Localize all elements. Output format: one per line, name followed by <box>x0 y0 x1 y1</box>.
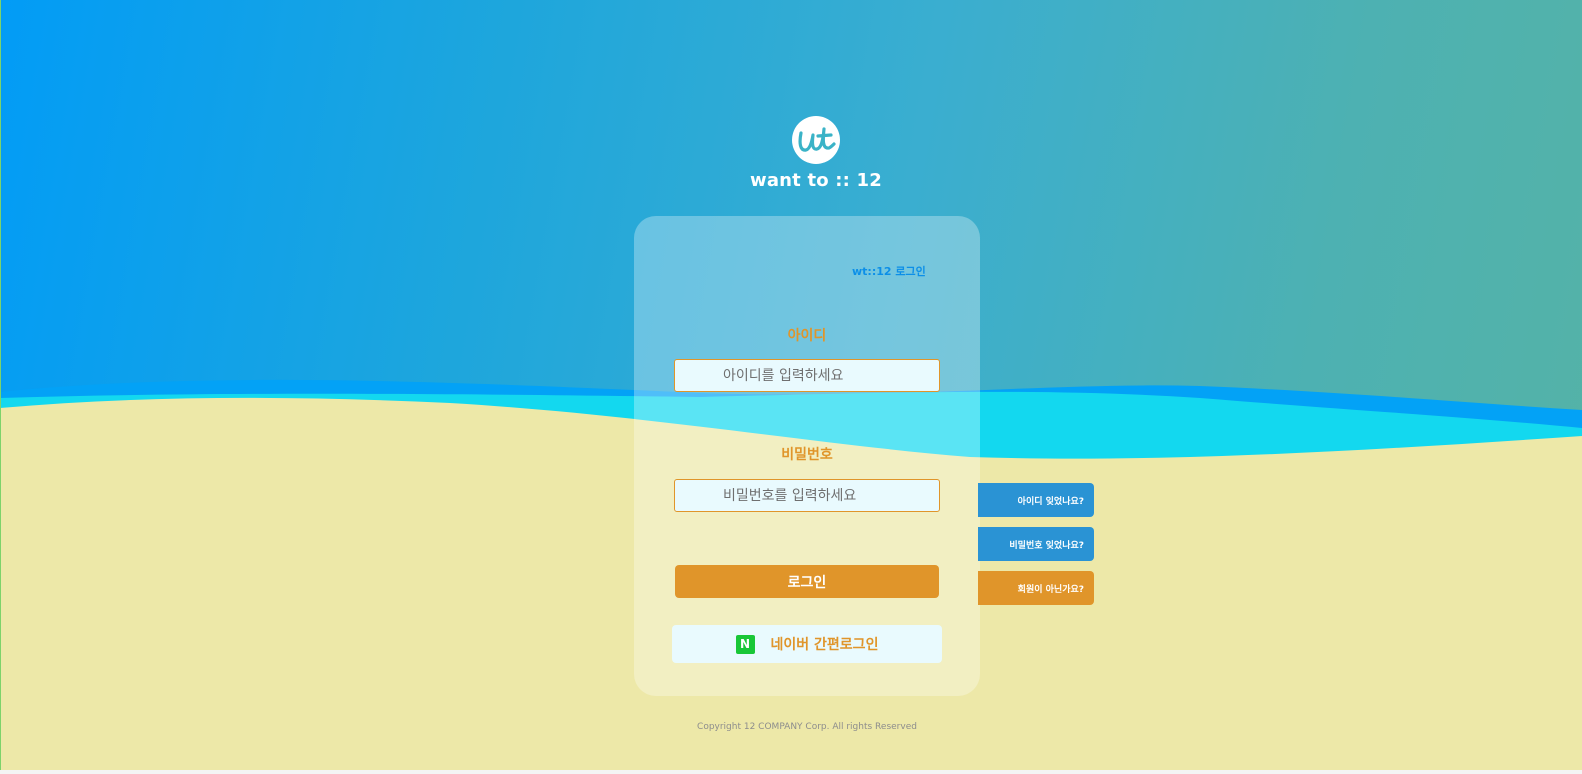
password-label: 비밀번호 <box>781 447 833 463</box>
login-button[interactable]: 로그인 <box>675 565 939 598</box>
left-border <box>0 0 1 774</box>
brand-name: want to :: 12 <box>749 170 882 191</box>
login-card-title: wt::12 로그인 <box>852 265 926 278</box>
naver-login-label: 네이버 간편로그인 <box>770 637 879 653</box>
id-input[interactable] <box>674 359 940 392</box>
brand-logo <box>792 116 840 164</box>
bottom-scrollbar <box>0 770 1582 774</box>
id-label: 아이디 <box>787 328 827 344</box>
wt-logo-icon <box>798 127 836 152</box>
copyright-text: Copyright 12 COMPANY Corp. All rights Re… <box>697 722 917 732</box>
password-input[interactable] <box>674 479 940 512</box>
find-password-button[interactable]: 비밀번호 잊었나요? <box>978 527 1094 561</box>
find-id-button[interactable]: 아이디 잊었나요? <box>978 483 1094 517</box>
naver-login-button[interactable]: N 네이버 간편로그인 <box>672 625 942 663</box>
naver-icon: N <box>735 634 755 654</box>
signup-button[interactable]: 회원이 아닌가요? <box>978 571 1094 605</box>
